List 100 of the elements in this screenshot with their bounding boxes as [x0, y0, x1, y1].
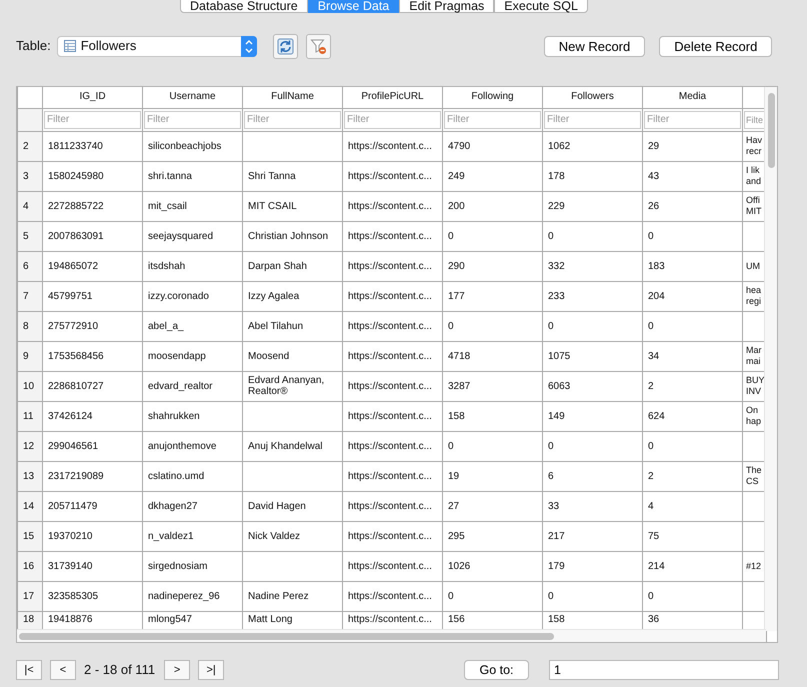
table-cell: Edvard Ananyan, Realtor® — [242, 371, 342, 401]
table-cell: https://scontent.c... — [342, 161, 442, 191]
table-cell: 194865072 — [42, 251, 142, 281]
column-header[interactable]: Username — [142, 87, 242, 108]
filter-field[interactable]: Filter — [344, 110, 441, 128]
row-number: 8 — [18, 311, 42, 341]
refresh-button[interactable] — [272, 34, 298, 58]
clear-filter-button[interactable] — [306, 34, 331, 58]
filter-field[interactable]: Filter — [544, 110, 641, 128]
table-cell: n_valdez1 — [142, 521, 242, 551]
row-number: 17 — [18, 581, 42, 611]
table-cell: 1075 — [542, 341, 642, 371]
table-cell: https://scontent.c... — [342, 431, 442, 461]
first-page-button[interactable]: |< — [16, 660, 42, 680]
filter-field[interactable]: Filter — [144, 110, 241, 128]
table-cell: 0 — [442, 431, 542, 461]
table-cell: abel_a_ — [142, 311, 242, 341]
table-cell: 205711479 — [42, 491, 142, 521]
table-cell: 2286810727 — [42, 371, 142, 401]
table-cell: 0 — [542, 311, 642, 341]
table-cell: https://scontent.c... — [342, 551, 442, 581]
tab[interactable]: Execute SQL — [494, 0, 588, 13]
table-label: Table: — [16, 37, 51, 56]
table-cell: 0 — [642, 581, 742, 611]
table-cell: https://scontent.c... — [342, 311, 442, 341]
row-number: 14 — [18, 491, 42, 521]
column-header[interactable]: Media — [642, 87, 742, 108]
delete-record-button[interactable]: Delete Record — [659, 36, 772, 56]
row-number: 7 — [18, 281, 42, 311]
table-cell: 2317219089 — [42, 461, 142, 491]
table-cell: https://scontent.c... — [342, 221, 442, 251]
filter-field[interactable]: Filter — [444, 110, 541, 128]
filter-field[interactable]: Filter — [44, 110, 141, 128]
table-cell: David Hagen — [242, 491, 342, 521]
table-cell: 332 — [542, 251, 642, 281]
table-cell: siliconbeachjobs — [142, 131, 242, 161]
table-cell: https://scontent.c... — [342, 491, 442, 521]
row-number: 3 — [18, 161, 42, 191]
table-cell: https://scontent.c... — [342, 461, 442, 491]
row-number: 6 — [18, 251, 42, 281]
previous-page-button[interactable]: < — [50, 660, 76, 680]
tab[interactable]: Database Structure — [180, 0, 308, 13]
table-cell: 0 — [442, 221, 542, 251]
table-cell: 624 — [642, 401, 742, 431]
row-number: 4 — [18, 191, 42, 221]
table-cell: 177 — [442, 281, 542, 311]
table-cell: 290 — [442, 251, 542, 281]
go-to-button[interactable]: Go to: — [464, 660, 529, 680]
row-number: 11 — [18, 401, 42, 431]
horizontal-scrollbar[interactable] — [17, 629, 766, 642]
table-cell: 2272885722 — [42, 191, 142, 221]
vertical-scrollbar[interactable] — [764, 87, 777, 631]
next-page-button[interactable]: > — [164, 660, 190, 680]
table-cell: 34 — [642, 341, 742, 371]
table-cell: 1026 — [442, 551, 542, 581]
stepper-icon[interactable] — [240, 36, 257, 56]
table-dropdown[interactable]: Followers — [56, 36, 257, 56]
new-record-button[interactable]: New Record — [544, 36, 646, 56]
table-cell: Izzy Agalea — [242, 281, 342, 311]
filter-field[interactable]: Filter — [244, 110, 341, 128]
table-cell: 3287 — [442, 371, 542, 401]
table-cell: 19370210 — [42, 521, 142, 551]
table-cell: https://scontent.c... — [342, 281, 442, 311]
table-cell: 1580245980 — [42, 161, 142, 191]
table-cell: 26 — [642, 191, 742, 221]
table-cell: izzy.coronado — [142, 281, 242, 311]
table-cell: anujonthemove — [142, 431, 242, 461]
row-number: 9 — [18, 341, 42, 371]
table-cell: dkhagen27 — [142, 491, 242, 521]
row-number: 13 — [18, 461, 42, 491]
column-header[interactable]: ProfilePicURL — [342, 87, 442, 108]
column-header[interactable]: IG_ID — [42, 87, 142, 108]
table-cell: 323585305 — [42, 581, 142, 611]
table-cell: itsdshah — [142, 251, 242, 281]
table-cell: 0 — [642, 221, 742, 251]
table-cell: 29 — [642, 131, 742, 161]
table-cell: Anuj Khandelwal — [242, 431, 342, 461]
go-to-field[interactable]: 1 — [549, 660, 779, 680]
table-cell: 0 — [542, 221, 642, 251]
last-page-button[interactable]: >| — [198, 660, 224, 680]
table-cell: 37426124 — [42, 401, 142, 431]
table-cell: 1753568456 — [42, 341, 142, 371]
table-cell: 43 — [642, 161, 742, 191]
table-cell: 275772910 — [42, 311, 142, 341]
table-cell: 4 — [642, 491, 742, 521]
table-cell: 183 — [642, 251, 742, 281]
table-cell: 6 — [542, 461, 642, 491]
filter-icon — [310, 38, 327, 54]
table-cell: 27 — [442, 491, 542, 521]
table-cell: 295 — [442, 521, 542, 551]
column-header[interactable]: Followers — [542, 87, 642, 108]
column-header[interactable]: Following — [442, 87, 542, 108]
table-cell: 0 — [642, 311, 742, 341]
filter-field[interactable]: Filte — [744, 110, 765, 128]
table-cell: cslatino.umd — [142, 461, 242, 491]
filter-field[interactable]: Filter — [644, 110, 741, 128]
tab[interactable]: Edit Pragmas — [399, 0, 494, 13]
table-cell: 178 — [542, 161, 642, 191]
table-cell: 233 — [542, 281, 642, 311]
column-header[interactable]: FullName — [242, 87, 342, 108]
